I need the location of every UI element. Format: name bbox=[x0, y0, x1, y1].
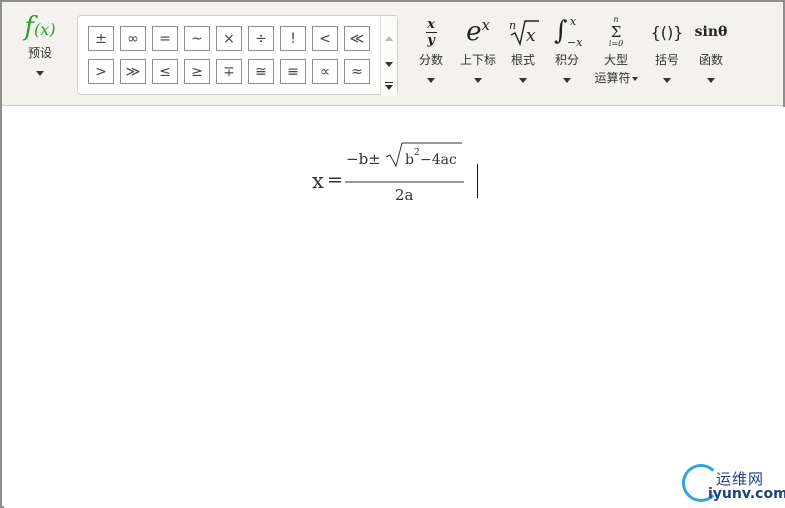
symbol-equals[interactable]: = bbox=[152, 26, 178, 51]
symbol-approx[interactable]: ≈ bbox=[344, 59, 370, 84]
symbol-proportional[interactable]: ∝ bbox=[312, 59, 338, 84]
symbol-panel: ± ∞ = ~ × ÷ ! < ≪ > ≫ ≤ ≥ ∓ ≅ ≡ ∝ ≈ bbox=[77, 15, 398, 96]
function-tool-button[interactable]: sinθ 函数 bbox=[692, 14, 730, 87]
expand-icon bbox=[385, 82, 393, 90]
radicand-base: b bbox=[405, 152, 414, 168]
radical-tool-button[interactable]: n x 根式 bbox=[504, 14, 542, 87]
symbol-infinity[interactable]: ∞ bbox=[120, 26, 146, 51]
symbol-divide[interactable]: ÷ bbox=[248, 26, 274, 51]
chevron-down-icon bbox=[707, 78, 715, 83]
scroll-up-button[interactable] bbox=[381, 30, 397, 46]
radical-label: 根式 bbox=[510, 53, 535, 67]
symbol-much-greater-than[interactable]: ≫ bbox=[120, 59, 146, 84]
symbol-greater-equal[interactable]: ≥ bbox=[184, 59, 210, 84]
scroll-down-button[interactable] bbox=[381, 56, 397, 72]
chevron-down-icon bbox=[519, 78, 527, 83]
symbol-less-than[interactable]: < bbox=[312, 26, 338, 51]
symbol-identical[interactable]: ≡ bbox=[280, 59, 306, 84]
integral-tool-button[interactable]: ∫ x −x 积分 bbox=[548, 14, 586, 87]
radical-sign: n x bbox=[509, 19, 539, 47]
fraction-icon: x y bbox=[425, 16, 437, 48]
radicand-exponent: 2 bbox=[414, 148, 420, 158]
svg-text:n: n bbox=[509, 19, 516, 32]
radicand-rest: −4ac bbox=[420, 152, 457, 168]
chevron-down-icon bbox=[474, 78, 482, 83]
symbol-greater-than[interactable]: > bbox=[88, 59, 114, 84]
radical-icon: n x bbox=[504, 14, 542, 50]
large-operator-tool-button[interactable]: n Σ i=0 大型 运算符 bbox=[591, 14, 641, 86]
symbol-tilde[interactable]: ~ bbox=[184, 26, 210, 51]
symbol-congruent[interactable]: ≅ bbox=[248, 59, 274, 84]
large-operator-label: 大型 bbox=[603, 53, 628, 67]
symbol-much-less-than[interactable]: ≪ bbox=[344, 26, 370, 51]
bracket-tool-button[interactable]: {()} 括号 bbox=[647, 14, 687, 87]
fraction-tool-button[interactable]: x y 分数 bbox=[413, 14, 449, 87]
script-label: 上下标 bbox=[459, 53, 496, 67]
quadratic-formula[interactable]: x = −b± b 2 −4ac 2a bbox=[312, 142, 472, 204]
integral-label: 积分 bbox=[554, 53, 579, 67]
symbol-factorial[interactable]: ! bbox=[280, 26, 306, 51]
site-watermark-logo: 运维网 iyunv.com bbox=[680, 460, 785, 506]
symbol-less-equal[interactable]: ≤ bbox=[152, 59, 178, 84]
symbol-panel-scrollbar[interactable] bbox=[380, 16, 397, 96]
formula-numerator-prefix: −b± bbox=[346, 150, 381, 168]
bracket-label: 括号 bbox=[654, 53, 679, 67]
superscript-icon: ex bbox=[466, 16, 490, 47]
formula-denominator: 2a bbox=[395, 186, 414, 204]
svg-text:x: x bbox=[526, 26, 536, 46]
function-label: 函数 bbox=[698, 53, 723, 67]
chevron-down-icon bbox=[631, 76, 638, 81]
preset-label: 预设 bbox=[27, 46, 52, 60]
formula-editor-window: f(x) 预设 ± ∞ = ~ × ÷ ! < ≪ > ≫ ≤ ≥ ∓ ≅ ≡ bbox=[0, 0, 785, 508]
sine-function-icon: sinθ bbox=[694, 24, 728, 40]
fraction-label: 分数 bbox=[418, 53, 443, 67]
watermark-domain: iyunv.com bbox=[708, 486, 785, 502]
large-operator-label-2: 运算符 bbox=[591, 70, 641, 86]
symbol-grid: ± ∞ = ~ × ÷ ! < ≪ > ≫ ≤ ≥ ∓ ≅ ≡ ∝ ≈ bbox=[88, 26, 370, 84]
toolbar: f(x) 预设 ± ∞ = ~ × ÷ ! < ≪ > ≫ ≤ ≥ ∓ ≅ ≡ bbox=[2, 2, 783, 106]
summation-icon: n Σ i=0 bbox=[608, 15, 624, 48]
chevron-down-icon bbox=[36, 71, 44, 76]
chevron-down-icon bbox=[563, 78, 571, 83]
text-cursor bbox=[477, 164, 478, 198]
expand-panel-button[interactable] bbox=[381, 78, 397, 94]
formula-equals: = bbox=[327, 169, 343, 191]
function-preset-icon: f(x) bbox=[24, 12, 56, 42]
symbol-times[interactable]: × bbox=[216, 26, 242, 51]
chevron-down-icon bbox=[427, 78, 435, 83]
chevron-down-icon bbox=[385, 61, 393, 67]
symbol-minus-plus[interactable]: ∓ bbox=[216, 59, 242, 84]
symbol-plus-minus[interactable]: ± bbox=[88, 26, 114, 51]
bracket-icon: {()} bbox=[650, 22, 684, 42]
chevron-up-icon bbox=[385, 35, 393, 41]
preset-button[interactable]: f(x) 预设 bbox=[14, 12, 66, 88]
formula-lhs: x bbox=[312, 169, 324, 193]
script-tool-button[interactable]: ex 上下标 bbox=[457, 14, 499, 87]
integral-icon: ∫ x −x bbox=[554, 15, 583, 49]
chevron-down-icon bbox=[663, 78, 671, 83]
